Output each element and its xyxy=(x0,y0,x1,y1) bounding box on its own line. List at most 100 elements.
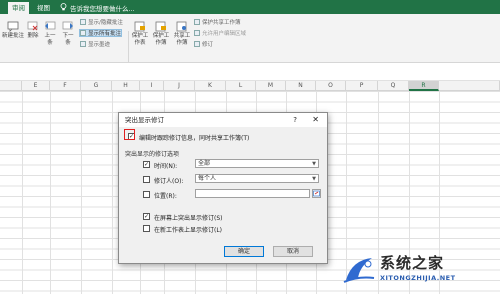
dialog-title-bar: 突出显示修订 ? ✕ xyxy=(119,113,327,127)
chevron-down-icon: ▼ xyxy=(312,161,316,167)
watermark-url: XITONGZHIJIA.NET xyxy=(380,274,456,282)
options-section-label: 突出显示的修订选项 xyxy=(125,151,180,158)
next-label: 下一条 xyxy=(62,33,74,46)
share-workbook-icon xyxy=(176,21,187,32)
column-header[interactable]: O xyxy=(316,81,346,91)
who-label: 修订人(O): xyxy=(154,178,184,185)
where-label: 位置(R): xyxy=(154,193,177,200)
show-ink-button[interactable]: 显示墨迹 xyxy=(80,40,110,48)
protect-workbook-icon xyxy=(155,21,166,32)
highlight-annotation-box xyxy=(124,129,135,140)
protect-shared-label: 保护共享工作簿 xyxy=(202,20,241,26)
grid-line xyxy=(22,91,23,294)
where-input[interactable] xyxy=(195,189,310,198)
range-picker-icon[interactable] xyxy=(312,189,321,198)
ink-icon xyxy=(80,41,86,47)
lightbulb-icon xyxy=(60,3,67,13)
grid-line xyxy=(81,91,82,294)
protect-workbook-label: 保护工作簿 xyxy=(152,33,170,46)
tell-me-text: 告诉我您想要做什么... xyxy=(70,5,135,13)
show-all-comments-button[interactable]: 显示所有批注 xyxy=(79,29,123,37)
previous-label: 上一条 xyxy=(44,33,56,46)
previous-comment-icon xyxy=(45,21,56,30)
chevron-down-icon: ▼ xyxy=(312,176,316,182)
new-comment-label: 新建批注 xyxy=(2,33,25,39)
allow-edit-icon xyxy=(194,30,200,36)
ok-button[interactable]: 确定 xyxy=(224,246,264,257)
delete-label: 删除 xyxy=(27,33,39,39)
formula-bar[interactable] xyxy=(0,63,500,81)
track-changes-label: 编辑时跟踪修订信息，同时共享工作簿(T) xyxy=(139,135,250,142)
column-header[interactable]: Q xyxy=(378,81,409,91)
ribbon: 新建批注 删除 上一条 下一条 显示/隐藏批注 显示所有批注 显示墨迹 批注 保… xyxy=(0,14,500,76)
protect-sheet-button[interactable]: 保护工作表 xyxy=(130,20,150,47)
protect-shared-icon xyxy=(194,19,200,25)
who-checkbox[interactable] xyxy=(143,176,150,183)
protect-shared-button[interactable]: 保护共享工作簿 xyxy=(194,18,241,26)
who-value: 每个人 xyxy=(198,175,217,182)
track-changes-label: 修订 xyxy=(202,42,214,48)
onscreen-checkbox[interactable]: ✓ xyxy=(143,213,150,220)
when-checkbox[interactable]: ✓ xyxy=(143,161,150,168)
track-changes-button[interactable]: 修订 xyxy=(194,40,213,48)
when-select[interactable]: 全部 ▼ xyxy=(195,159,319,168)
delete-comment-button[interactable]: 删除 xyxy=(25,20,41,40)
column-header[interactable]: E xyxy=(22,81,50,91)
who-select[interactable]: 每个人 ▼ xyxy=(195,174,319,183)
allow-edit-label: 允许用户编辑区域 xyxy=(202,31,247,37)
ribbon-tab-bar: 审阅 视图 告诉我您想要做什么... xyxy=(0,0,500,14)
show-hide-label: 显示/隐藏批注 xyxy=(88,20,123,26)
track-changes-icon xyxy=(194,41,200,47)
next-comment-button[interactable]: 下一条 xyxy=(60,20,76,47)
column-header[interactable]: F xyxy=(50,81,81,91)
watermark-text: 系统之家 xyxy=(380,254,445,272)
watermark-logo-icon xyxy=(343,258,375,283)
column-header[interactable]: I xyxy=(140,81,164,91)
column-header[interactable]: J xyxy=(164,81,195,91)
dialog-title: 突出显示修订 xyxy=(125,116,164,124)
grid-line xyxy=(50,91,51,294)
onscreen-label: 在屏幕上突出显示修订(S) xyxy=(154,215,223,222)
newsheet-label: 在新工作表上显示修订(L) xyxy=(154,227,223,234)
next-comment-icon xyxy=(62,21,73,30)
column-header-blank[interactable] xyxy=(439,81,500,91)
tab-view[interactable]: 视图 xyxy=(33,2,54,14)
when-value: 全部 xyxy=(198,160,211,167)
show-hide-comment-button[interactable]: 显示/隐藏批注 xyxy=(80,18,123,26)
protect-workbook-button[interactable]: 保护工作簿 xyxy=(151,20,171,47)
where-checkbox[interactable] xyxy=(143,191,150,198)
when-label: 时间(N): xyxy=(154,163,178,170)
newsheet-checkbox[interactable] xyxy=(143,225,150,232)
share-workbook-label: 共享工作簿 xyxy=(173,33,191,46)
protect-sheet-label: 保护工作表 xyxy=(131,33,149,46)
show-all-label: 显示所有批注 xyxy=(88,31,122,37)
show-ink-label: 显示墨迹 xyxy=(88,42,111,48)
comment-small-icon xyxy=(80,19,86,25)
grid-line xyxy=(112,91,113,294)
column-header[interactable]: M xyxy=(256,81,286,91)
highlight-changes-dialog: 突出显示修订 ? ✕ ✓ 编辑时跟踪修订信息，同时共享工作簿(T) 突出显示的修… xyxy=(118,112,328,264)
column-header[interactable]: N xyxy=(286,81,316,91)
column-header[interactable]: L xyxy=(226,81,256,91)
tell-me-box[interactable]: 告诉我您想要做什么... xyxy=(60,3,135,13)
cancel-button[interactable]: 取消 xyxy=(273,246,313,257)
comments-small-icon xyxy=(80,30,86,36)
delete-comment-icon xyxy=(27,21,38,31)
column-header[interactable]: H xyxy=(112,81,140,91)
new-comment-button[interactable]: 新建批注 xyxy=(2,20,24,40)
comment-icon xyxy=(7,21,19,32)
share-workbook-button[interactable]: 共享工作簿 xyxy=(172,20,192,47)
previous-comment-button[interactable]: 上一条 xyxy=(42,20,58,47)
tab-review[interactable]: 审阅 xyxy=(8,2,29,14)
corner-cell[interactable] xyxy=(0,81,22,91)
column-header[interactable]: K xyxy=(195,81,226,91)
watermark: 系统之家 XITONGZHIJIA.NET xyxy=(342,252,492,286)
protect-sheet-icon xyxy=(134,21,145,32)
help-button[interactable]: ? xyxy=(293,113,297,127)
close-button[interactable]: ✕ xyxy=(312,113,319,127)
allow-edit-ranges-button[interactable]: 允许用户编辑区域 xyxy=(194,29,246,37)
column-header-selected[interactable]: R xyxy=(409,81,439,91)
column-header[interactable]: G xyxy=(81,81,112,91)
column-header-bar: E F G H I J K L M N O P Q R xyxy=(0,81,500,91)
column-header[interactable]: P xyxy=(346,81,378,91)
